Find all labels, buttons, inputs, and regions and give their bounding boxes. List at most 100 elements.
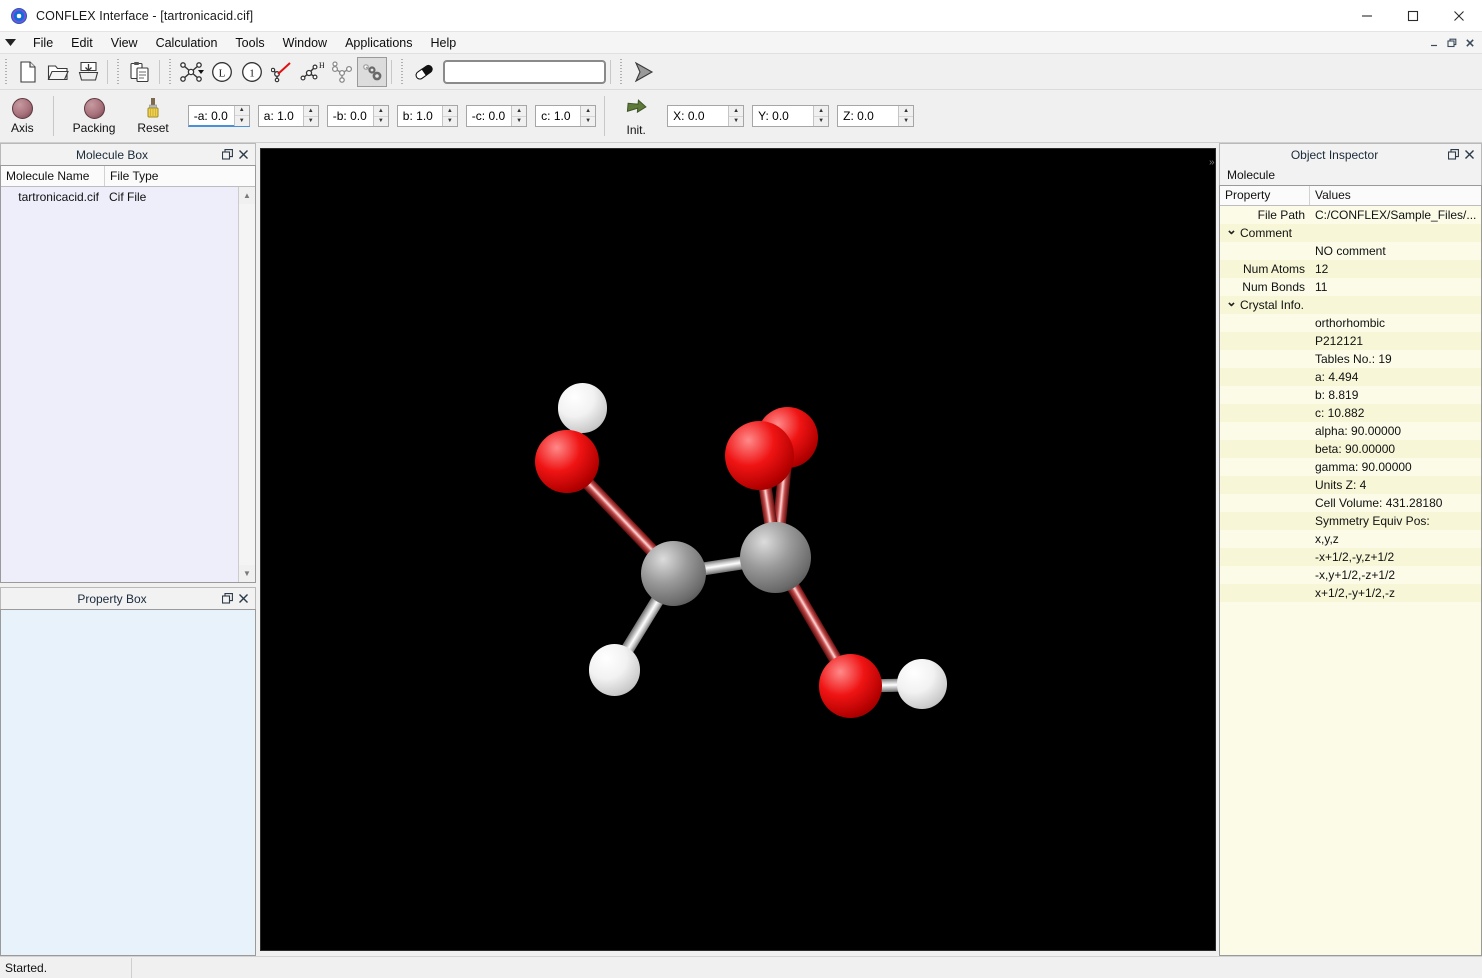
spinner-neg-b[interactable]: -b: 0.0 ▲ ▼ <box>327 105 389 127</box>
label-atom-icon[interactable]: L <box>207 57 237 87</box>
axis-button[interactable]: Axis <box>0 92 45 140</box>
spinner-up-icon[interactable]: ▲ <box>581 106 595 117</box>
column-header-property-name[interactable]: Property Name <box>1220 186 1310 205</box>
inspector-row[interactable]: File PathC:/CONFLEX/Sample_Files/... <box>1220 206 1481 224</box>
menu-item-applications[interactable]: Applications <box>336 33 421 53</box>
atom-o[interactable] <box>535 430 598 493</box>
close-window-button[interactable] <box>1436 0 1482 32</box>
toolbar-grip[interactable] <box>167 59 174 85</box>
inspector-row[interactable]: a: 4.494 <box>1220 368 1481 386</box>
column-header-file-type[interactable]: File Type <box>105 166 255 186</box>
spinner-up-icon[interactable]: ▲ <box>729 106 743 117</box>
inspector-row[interactable]: -x,y+1/2,-z+1/2 <box>1220 566 1481 584</box>
spinner-down-icon[interactable]: ▼ <box>899 117 913 127</box>
menu-item-help[interactable]: Help <box>421 33 465 53</box>
object-inspector-close-button[interactable] <box>1461 147 1477 163</box>
atom-c[interactable] <box>740 522 811 593</box>
minimize-window-button[interactable] <box>1344 0 1390 32</box>
spinner-pos-b[interactable]: b: 1.0 ▲ ▼ <box>397 105 458 127</box>
scroll-down-icon[interactable]: ▼ <box>239 565 255 582</box>
spinner-down-icon[interactable]: ▼ <box>304 117 318 127</box>
menu-item-calculation[interactable]: Calculation <box>147 33 227 53</box>
init-button[interactable]: Init. <box>613 92 659 140</box>
spinner-translate-x[interactable]: X: 0.0 ▲ ▼ <box>667 105 744 127</box>
toolbar-grip[interactable] <box>115 59 122 85</box>
triangle-down-icon[interactable] <box>5 39 16 47</box>
spinner-down-icon[interactable]: ▼ <box>581 117 595 127</box>
property-box-float-button[interactable] <box>219 591 235 607</box>
spinner-down-icon[interactable]: ▼ <box>374 117 388 127</box>
inspector-row[interactable]: Tables No.: 19 <box>1220 350 1481 368</box>
property-box-close-button[interactable] <box>235 591 251 607</box>
spinner-pos-c[interactable]: c: 1.0 ▲ ▼ <box>535 105 596 127</box>
spinner-translate-y[interactable]: Y: 0.0 ▲ ▼ <box>752 105 829 127</box>
inspector-row[interactable]: b: 8.819 <box>1220 386 1481 404</box>
inspector-row[interactable]: Num Bonds11 <box>1220 278 1481 296</box>
molecule-3d-viewport[interactable] <box>260 148 1216 951</box>
property-box-content[interactable] <box>0 609 256 956</box>
atom-h[interactable] <box>897 659 946 708</box>
inspector-row[interactable]: gamma: 90.00000 <box>1220 458 1481 476</box>
spinner-up-icon[interactable]: ▲ <box>304 106 318 117</box>
mdi-restore-button[interactable] <box>1443 34 1460 51</box>
chevron-down-icon[interactable]: ⌄ <box>1226 298 1237 310</box>
spinner-neg-c[interactable]: -c: 0.0 ▲ ▼ <box>466 105 527 127</box>
menu-item-file[interactable]: File <box>24 33 62 53</box>
toolbar-grip[interactable] <box>3 59 10 85</box>
menu-item-window[interactable]: Window <box>274 33 336 53</box>
atom-h[interactable] <box>589 644 640 695</box>
molecule-box-float-button[interactable] <box>219 147 235 163</box>
spinner-pos-a[interactable]: a: 1.0 ▲ ▼ <box>258 105 319 127</box>
inspector-row[interactable]: NO comment <box>1220 242 1481 260</box>
menu-item-edit[interactable]: Edit <box>62 33 102 53</box>
atom-h[interactable] <box>558 383 607 432</box>
inspector-row[interactable]: Symmetry Equiv Pos: <box>1220 512 1481 530</box>
molecule-chain-icon[interactable] <box>327 57 357 87</box>
inspector-row[interactable]: Units Z: 4 <box>1220 476 1481 494</box>
maximize-window-button[interactable] <box>1390 0 1436 32</box>
inspector-row[interactable]: beta: 90.00000 <box>1220 440 1481 458</box>
inspector-row[interactable]: ⌄Crystal Info. <box>1220 296 1481 314</box>
column-header-values[interactable]: Values <box>1310 186 1481 205</box>
molecule-list-scrollbar[interactable]: ▲ ▼ <box>238 187 255 582</box>
column-header-molecule-name[interactable]: Molecule Name <box>1 166 105 186</box>
spinner-down-icon[interactable]: ▼ <box>729 117 743 127</box>
spinner-down-icon[interactable]: ▼ <box>235 116 249 126</box>
spinner-up-icon[interactable]: ▲ <box>512 106 526 117</box>
inspector-row[interactable]: x,y,z <box>1220 530 1481 548</box>
paste-clipboard-icon[interactable] <box>125 57 155 87</box>
spinner-translate-z[interactable]: Z: 0.0 ▲ ▼ <box>837 105 914 127</box>
menu-item-view[interactable]: View <box>102 33 147 53</box>
bond-edit-icon[interactable] <box>267 57 297 87</box>
inspector-row[interactable]: Num Atoms12 <box>1220 260 1481 278</box>
toolbar-grip[interactable] <box>618 59 625 85</box>
spinner-neg-a[interactable]: -a: 0.0 ▲ ▼ <box>188 105 250 127</box>
menu-item-tools[interactable]: Tools <box>226 33 273 53</box>
new-file-icon[interactable] <box>13 57 43 87</box>
spinner-down-icon[interactable]: ▼ <box>443 117 457 127</box>
atom-c[interactable] <box>641 541 706 606</box>
spinner-up-icon[interactable]: ▲ <box>443 106 457 117</box>
table-row[interactable]: tartronicacid.cif Cif File <box>1 187 255 206</box>
inspector-row[interactable]: x+1/2,-y+1/2,-z <box>1220 584 1481 602</box>
spinner-up-icon[interactable]: ▲ <box>235 106 249 117</box>
molecule-box-close-button[interactable] <box>235 147 251 163</box>
molecule-settings-icon[interactable] <box>357 57 387 87</box>
inspector-row[interactable]: ⌄Comment <box>1220 224 1481 242</box>
spinner-down-icon[interactable]: ▼ <box>512 117 526 127</box>
search-input[interactable] <box>443 60 606 84</box>
add-hydrogen-icon[interactable]: H <box>297 57 327 87</box>
object-inspector-overflow-icon[interactable]: » <box>1209 157 1215 168</box>
inspector-row[interactable]: c: 10.882 <box>1220 404 1481 422</box>
pointer-arrow-icon[interactable] <box>628 57 658 87</box>
object-inspector-float-button[interactable] <box>1445 147 1461 163</box>
atom-o[interactable] <box>819 654 882 717</box>
inspector-row[interactable]: P212121 <box>1220 332 1481 350</box>
inspector-row[interactable]: -x+1/2,-y,z+1/2 <box>1220 548 1481 566</box>
mdi-minimize-button[interactable] <box>1425 34 1442 51</box>
molecule-structure-icon[interactable] <box>177 57 207 87</box>
number-atom-icon[interactable]: 1 <box>237 57 267 87</box>
reset-button[interactable]: Reset <box>126 92 179 140</box>
inspector-row[interactable]: Cell Volume: 431.28180 <box>1220 494 1481 512</box>
open-folder-icon[interactable] <box>43 57 73 87</box>
